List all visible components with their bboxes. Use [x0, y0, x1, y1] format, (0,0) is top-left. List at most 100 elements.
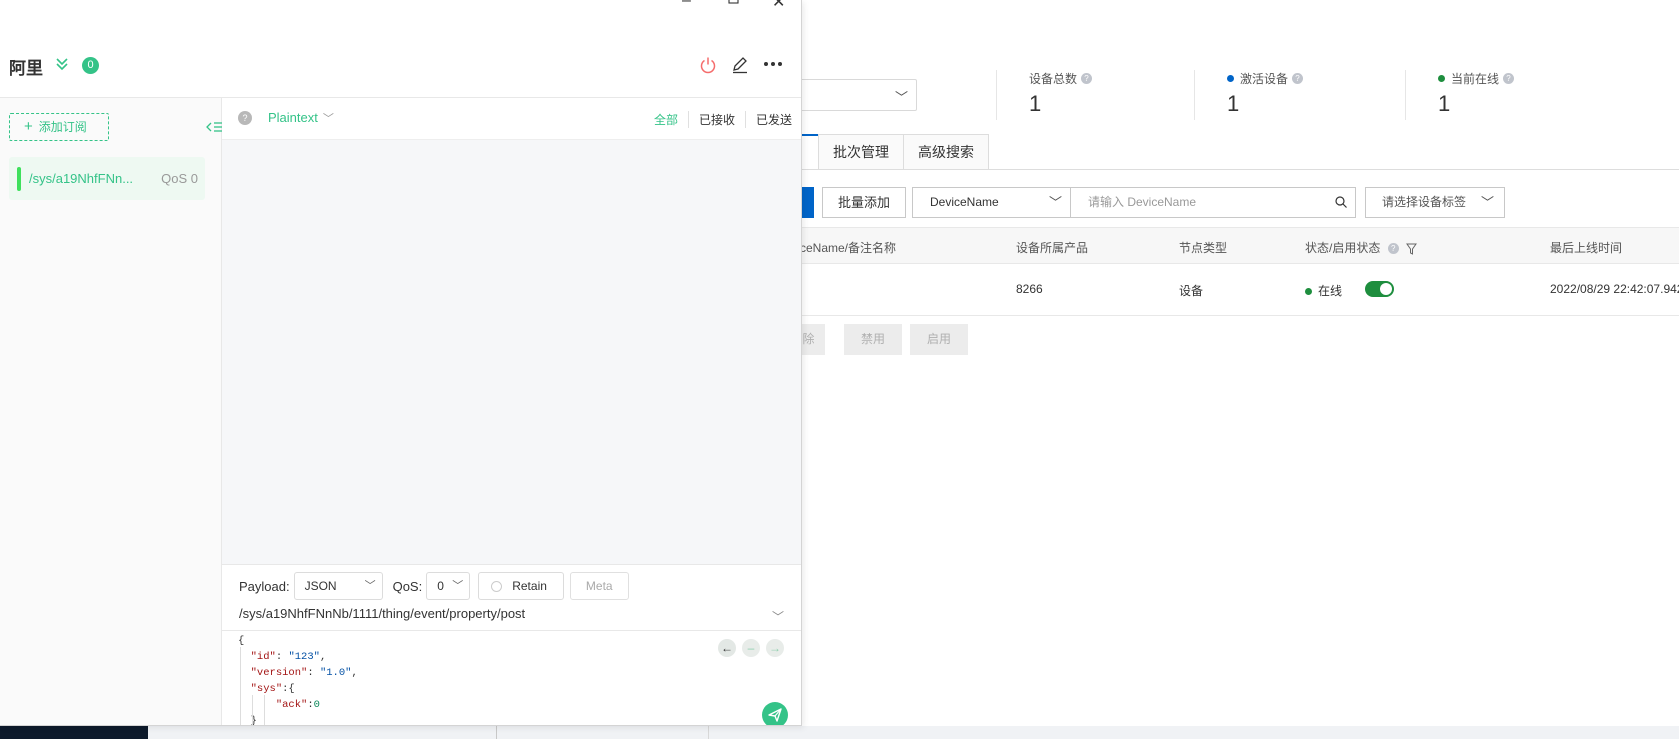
- chevron-down-icon: ﹀: [322, 113, 334, 125]
- device-search-input[interactable]: 请输入 DeviceName: [1071, 187, 1356, 218]
- send-icon: [768, 708, 782, 722]
- meta-button[interactable]: Meta: [569, 572, 629, 600]
- chevron-down-icon: ﹀: [364, 580, 376, 592]
- filter-all[interactable]: 全部: [644, 111, 688, 128]
- column-header: 设备所属产品: [1016, 241, 1089, 255]
- online-dot-icon: [1305, 288, 1312, 296]
- stat-activated-devices: 激活设备 ? 1: [1194, 70, 1304, 120]
- column-header: ceName/备注名称: [800, 241, 897, 255]
- history-reset-icon[interactable]: –: [742, 639, 760, 657]
- taskbar-dark-area: [0, 726, 148, 739]
- column-header: 最后上线时间: [1550, 241, 1623, 255]
- mqtt-client-window: – ✕ 阿里 0 + 添加订阅 /sys/a19NhfFNn... QoS 0 …: [0, 0, 802, 726]
- payload-label: Payload:: [239, 578, 290, 594]
- qos-label: QoS:: [392, 578, 423, 594]
- filter-icon[interactable]: [1406, 243, 1417, 255]
- publish-topic-input[interactable]: /sys/a19NhfFNnNb/1111/thing/event/proper…: [239, 606, 784, 626]
- tab-device-list[interactable]: [799, 134, 819, 170]
- stat-online-devices: 当前在线 ? 1: [1405, 70, 1515, 120]
- status-dot-icon: [1438, 75, 1445, 82]
- power-icon[interactable]: [699, 56, 717, 74]
- double-chevron-down-icon[interactable]: [54, 56, 70, 72]
- message-count-badge: 0: [82, 57, 99, 74]
- add-device-button[interactable]: [800, 187, 814, 218]
- column-header-status: 状态/启用状态 ?: [1305, 239, 1417, 256]
- chevron-down-icon: ﹀: [452, 580, 464, 592]
- retain-radio[interactable]: [491, 580, 503, 592]
- history-next-icon[interactable]: →: [766, 639, 784, 657]
- message-filter-tabs: 全部 已接收 已发送: [644, 111, 801, 128]
- stat-value: 1: [1227, 91, 1240, 116]
- search-placeholder: 请输入 DeviceName: [1088, 195, 1197, 209]
- cell-last-online: 2022/08/29 22:42:07.942: [1550, 282, 1679, 296]
- filter-sent[interactable]: 已发送: [744, 111, 801, 128]
- tag-placeholder: 请选择设备标签: [1382, 195, 1467, 209]
- edit-icon[interactable]: [731, 56, 749, 74]
- taskbar-strip: [0, 726, 1679, 739]
- filter-received[interactable]: 已接收: [687, 111, 745, 128]
- publish-options: Payload: JSON ﹀ QoS: 0 ﹀ Retain Meta: [239, 572, 629, 600]
- help-icon[interactable]: ?: [1387, 243, 1399, 255]
- history-prev-icon[interactable]: ←: [718, 639, 736, 657]
- qos-select[interactable]: 0 ﹀: [426, 572, 471, 600]
- batch-disable-button[interactable]: 禁用: [844, 324, 902, 355]
- batch-enable-button[interactable]: 启用: [910, 324, 968, 355]
- publish-panel: Payload: JSON ﹀ QoS: 0 ﹀ Retain Meta /sy…: [222, 565, 801, 725]
- device-tag-select[interactable]: 请选择设备标签 ﹀: [1365, 187, 1505, 218]
- cell-node-type: 设备: [1179, 284, 1204, 298]
- table-row: 8266 设备 在线 2022/08/29 22:42:07.942: [800, 264, 1679, 316]
- chevron-down-icon: ﹀: [1048, 195, 1062, 210]
- retain-toggle[interactable]: Retain: [478, 572, 564, 600]
- search-type-value: DeviceName: [930, 195, 999, 209]
- enable-toggle[interactable]: [1365, 281, 1394, 297]
- help-icon[interactable]: ?: [238, 111, 252, 125]
- message-format-select[interactable]: Plaintext ﹀: [268, 110, 334, 126]
- subscription-item[interactable]: /sys/a19NhfFNn... QoS 0: [9, 157, 205, 200]
- help-icon[interactable]: ?: [1292, 73, 1304, 84]
- tabs-divider: [800, 169, 1679, 170]
- minimize-icon[interactable]: –: [682, 0, 691, 10]
- tab-advanced-search[interactable]: 高级搜索: [903, 134, 989, 170]
- message-list[interactable]: [222, 140, 801, 565]
- stat-label: 当前在线: [1451, 72, 1500, 86]
- stat-total-devices: 设备总数 ? 1: [996, 70, 1093, 120]
- stat-label: 设备总数: [1029, 72, 1078, 86]
- divider: [496, 726, 497, 739]
- payload-editor[interactable]: { "id": "123", "version": "1.0", "sys":{…: [238, 633, 668, 725]
- plus-icon: +: [24, 118, 33, 135]
- tab-batch-management[interactable]: 批次管理: [818, 134, 904, 170]
- chevron-down-icon[interactable]: ﹀: [772, 608, 784, 625]
- status-dot-icon: [1227, 75, 1234, 82]
- help-icon[interactable]: ?: [1081, 73, 1093, 84]
- messages-toolbar: ? Plaintext ﹀ 全部 已接收 已发送: [222, 98, 801, 140]
- messages-panel: ? Plaintext ﹀ 全部 已接收 已发送 Payload: JSON ﹀ …: [222, 98, 801, 725]
- search-icon[interactable]: [1335, 196, 1347, 208]
- divider: [222, 630, 801, 631]
- stat-label: 激活设备: [1240, 72, 1289, 86]
- close-icon[interactable]: ✕: [772, 0, 785, 12]
- cell-product: 8266: [1016, 282, 1043, 296]
- connection-header: 阿里 0: [0, 42, 801, 98]
- product-select[interactable]: ﹀: [790, 79, 917, 111]
- batch-delete-button[interactable]: 删除: [800, 324, 825, 355]
- add-subscription-button[interactable]: + 添加订阅: [9, 113, 109, 141]
- subscription-topic: /sys/a19NhfFNn...: [29, 171, 134, 186]
- send-button[interactable]: [762, 702, 788, 725]
- chevron-down-icon: ﹀: [894, 90, 908, 105]
- device-table-header: ceName/备注名称 设备所属产品 节点类型 状态/启用状态 ? 最后上线时间: [800, 227, 1679, 264]
- more-icon[interactable]: [763, 61, 783, 67]
- payload-type-select[interactable]: JSON ﹀: [293, 572, 383, 600]
- search-type-select[interactable]: DeviceName ﹀: [912, 187, 1071, 218]
- chevron-down-icon: ﹀: [1480, 195, 1494, 210]
- cell-status: 在线: [1305, 282, 1342, 299]
- collapse-panel-icon[interactable]: [206, 120, 222, 134]
- column-header: 节点类型: [1179, 241, 1228, 255]
- subscription-qos: QoS 0: [161, 171, 198, 186]
- subscriptions-panel: + 添加订阅 /sys/a19NhfFNn... QoS 0: [0, 98, 222, 725]
- device-tabs: 批次管理 高级搜索: [799, 134, 989, 170]
- stat-value: 1: [1438, 91, 1451, 116]
- batch-add-button[interactable]: 批量添加: [822, 187, 907, 218]
- divider: [708, 726, 709, 739]
- help-icon[interactable]: ?: [1503, 73, 1515, 84]
- maximize-icon[interactable]: [728, 0, 739, 10]
